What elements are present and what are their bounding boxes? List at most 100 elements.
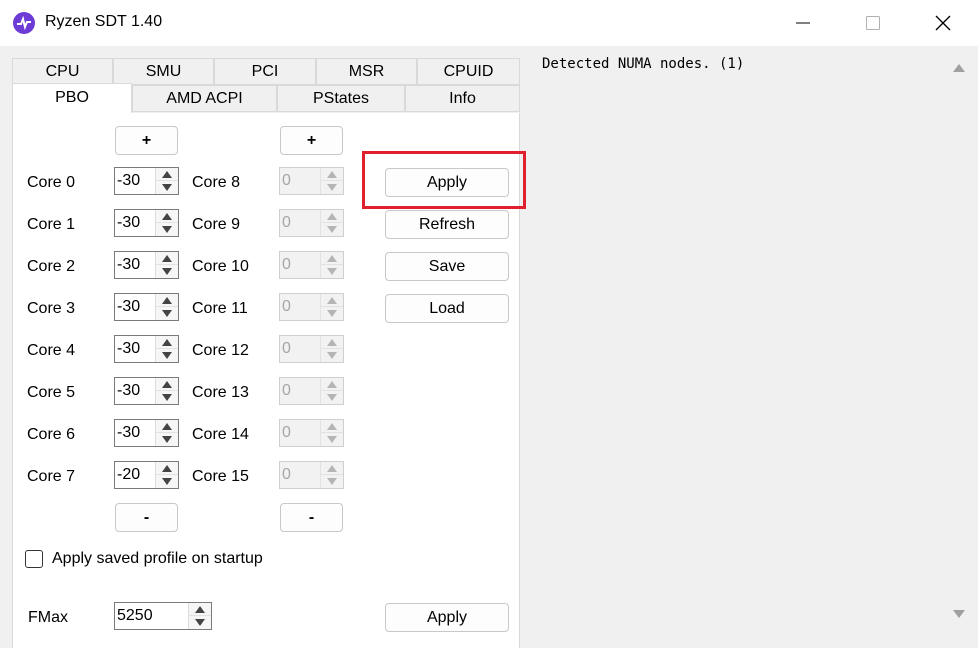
core-label: Core 3	[27, 300, 76, 317]
tab-pbo[interactable]: PBO	[12, 83, 132, 113]
spin-down-arrow-icon[interactable]	[156, 391, 178, 404]
decrease-left-button[interactable]: -	[115, 503, 178, 532]
spin-up-arrow-icon[interactable]	[189, 603, 211, 616]
log-panel: Detected NUMA nodes. (1)	[530, 50, 978, 648]
spin-down-arrow-icon	[321, 349, 343, 362]
highlight-box	[362, 151, 526, 209]
spin-up-arrow-icon	[321, 378, 343, 391]
spinner-value[interactable]: -30	[117, 256, 140, 274]
increase-left-button[interactable]: +	[115, 126, 178, 155]
spin-down-arrow-icon[interactable]	[156, 265, 178, 278]
core-offset-spinner[interactable]: -30	[114, 209, 179, 237]
load-button[interactable]: Load	[385, 294, 509, 323]
spinner-value: 0	[282, 172, 291, 189]
scroll-down-arrow-icon[interactable]	[953, 610, 965, 618]
spin-up-arrow-icon[interactable]	[156, 336, 178, 349]
spin-down-arrow-icon[interactable]	[156, 307, 178, 320]
decrease-right-button[interactable]: -	[280, 503, 343, 532]
spin-down-arrow-icon[interactable]	[156, 349, 178, 362]
spin-down-arrow-icon	[321, 265, 343, 278]
scroll-up-arrow-icon[interactable]	[953, 64, 965, 72]
spin-up-arrow-icon[interactable]	[156, 294, 178, 307]
spin-up-arrow-icon	[321, 294, 343, 307]
core-offset-spinner[interactable]: -30	[114, 335, 179, 363]
core-offset-spinner[interactable]: -30	[114, 293, 179, 321]
spin-down-arrow-icon[interactable]	[156, 181, 178, 194]
spin-up-arrow-icon[interactable]	[156, 462, 178, 475]
spin-down-arrow-icon[interactable]	[156, 223, 178, 236]
fmax-spinner[interactable]: 5250	[114, 602, 212, 630]
save-button[interactable]: Save	[385, 252, 509, 281]
startup-checkbox-label[interactable]: Apply saved profile on startup	[52, 550, 263, 568]
spinner-value[interactable]: -20	[117, 466, 140, 484]
core-offset-spinner-disabled: 0	[279, 251, 344, 279]
spinner-value: 0	[282, 382, 291, 399]
core-label: Core 13	[192, 384, 249, 401]
core-label: Core 10	[192, 258, 249, 275]
core-offset-spinner[interactable]: -30	[114, 377, 179, 405]
spin-up-arrow-icon[interactable]	[156, 168, 178, 181]
core-offset-spinner[interactable]: -20	[114, 461, 179, 489]
spin-down-arrow-icon[interactable]	[156, 475, 178, 488]
core-label: Core 2	[27, 258, 76, 275]
spin-up-arrow-icon[interactable]	[156, 420, 178, 433]
minimize-button[interactable]	[768, 0, 838, 46]
core-offset-spinner-disabled: 0	[279, 461, 344, 489]
core-offset-spinner-disabled: 0	[279, 209, 344, 237]
log-scrollbar[interactable]	[947, 54, 971, 634]
spinner-value[interactable]: -30	[117, 214, 140, 232]
fmax-label: FMax	[28, 609, 68, 626]
refresh-button[interactable]: Refresh	[385, 210, 509, 239]
tab-cpu[interactable]: CPU	[12, 58, 113, 85]
increase-right-button[interactable]: +	[280, 126, 343, 155]
spin-down-arrow-icon[interactable]	[189, 616, 211, 629]
spinner-value: 0	[282, 424, 291, 441]
log-text: Detected NUMA nodes. (1)	[542, 56, 745, 72]
core-offset-spinner-disabled: 0	[279, 335, 344, 363]
startup-checkbox[interactable]	[25, 550, 43, 568]
core-offset-spinner[interactable]: -30	[114, 167, 179, 195]
maximize-button[interactable]	[838, 0, 908, 46]
tab-cpuid[interactable]: CPUID	[417, 58, 520, 85]
tab-smu[interactable]: SMU	[113, 58, 214, 85]
core-label: Core 4	[27, 342, 76, 359]
tab-pci[interactable]: PCI	[214, 58, 316, 85]
core-label: Core 1	[27, 216, 76, 233]
spinner-value: 0	[282, 340, 291, 357]
spin-down-arrow-icon	[321, 181, 343, 194]
spin-up-arrow-icon[interactable]	[156, 252, 178, 265]
spin-up-arrow-icon[interactable]	[156, 210, 178, 223]
spin-up-arrow-icon	[321, 210, 343, 223]
core-label: Core 11	[192, 300, 248, 317]
spin-up-arrow-icon	[321, 420, 343, 433]
fmax-apply-button[interactable]: Apply	[385, 603, 509, 632]
spinner-value: 0	[282, 256, 291, 273]
core-offset-spinner[interactable]: -30	[114, 419, 179, 447]
core-offset-spinner-disabled: 0	[279, 167, 344, 195]
spin-down-arrow-icon[interactable]	[156, 433, 178, 446]
tab-amd-acpi[interactable]: AMD ACPI	[132, 85, 277, 112]
tab-pstates[interactable]: PStates	[277, 85, 405, 112]
title-bar: Ryzen SDT 1.40	[0, 0, 978, 46]
spin-up-arrow-icon[interactable]	[156, 378, 178, 391]
tab-msr[interactable]: MSR	[316, 58, 417, 85]
spinner-value[interactable]: -30	[117, 382, 140, 400]
app-pulse-icon	[13, 12, 35, 34]
spinner-value: 0	[282, 466, 291, 483]
core-label: Core 14	[192, 426, 249, 443]
core-offset-spinner-disabled: 0	[279, 293, 344, 321]
tab-info[interactable]: Info	[405, 85, 520, 112]
spinner-value[interactable]: -30	[117, 340, 140, 358]
spinner-value[interactable]: 5250	[117, 607, 153, 625]
spin-up-arrow-icon	[321, 168, 343, 181]
spin-down-arrow-icon	[321, 433, 343, 446]
core-label: Core 5	[27, 384, 76, 401]
window-title: Ryzen SDT 1.40	[45, 13, 163, 30]
spinner-value: 0	[282, 298, 291, 315]
spinner-value[interactable]: -30	[117, 172, 140, 190]
core-label: Core 9	[192, 216, 241, 233]
core-offset-spinner[interactable]: -30	[114, 251, 179, 279]
spinner-value[interactable]: -30	[117, 424, 140, 442]
close-button[interactable]	[908, 0, 978, 46]
spinner-value[interactable]: -30	[117, 298, 140, 316]
